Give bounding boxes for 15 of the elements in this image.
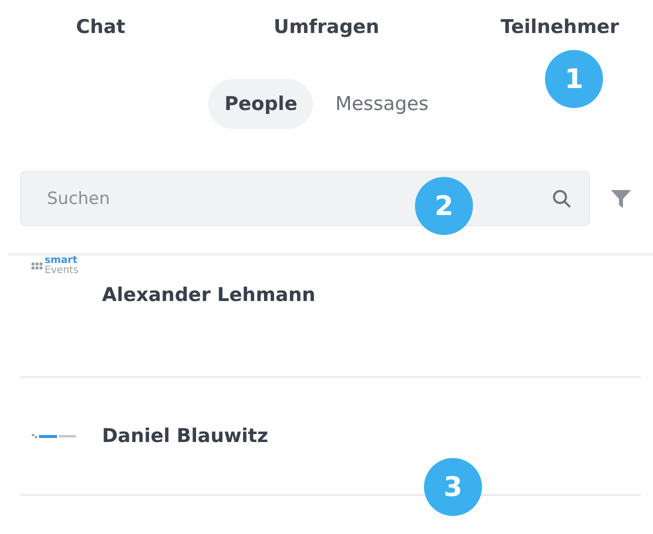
dots-icon — [30, 261, 44, 271]
person-name: Alexander Lehmann — [102, 284, 316, 306]
logo-text: smart — [44, 256, 78, 266]
callout-badge: 3 — [424, 458, 482, 516]
callout-badge: 1 — [545, 50, 603, 108]
segment-tab[interactable]: Messages — [319, 79, 445, 129]
tab[interactable]: Chat — [76, 14, 126, 40]
logo-text: Events — [44, 266, 78, 276]
segment-tab[interactable]: People — [208, 79, 314, 129]
person-name: Daniel Blauwitz — [102, 425, 268, 447]
tab[interactable]: Teilnehmer — [500, 14, 619, 40]
logo-icon — [30, 432, 78, 440]
filter-icon[interactable] — [610, 188, 632, 208]
tab[interactable]: Umfragen — [274, 14, 380, 40]
search-icon[interactable] — [552, 189, 572, 209]
